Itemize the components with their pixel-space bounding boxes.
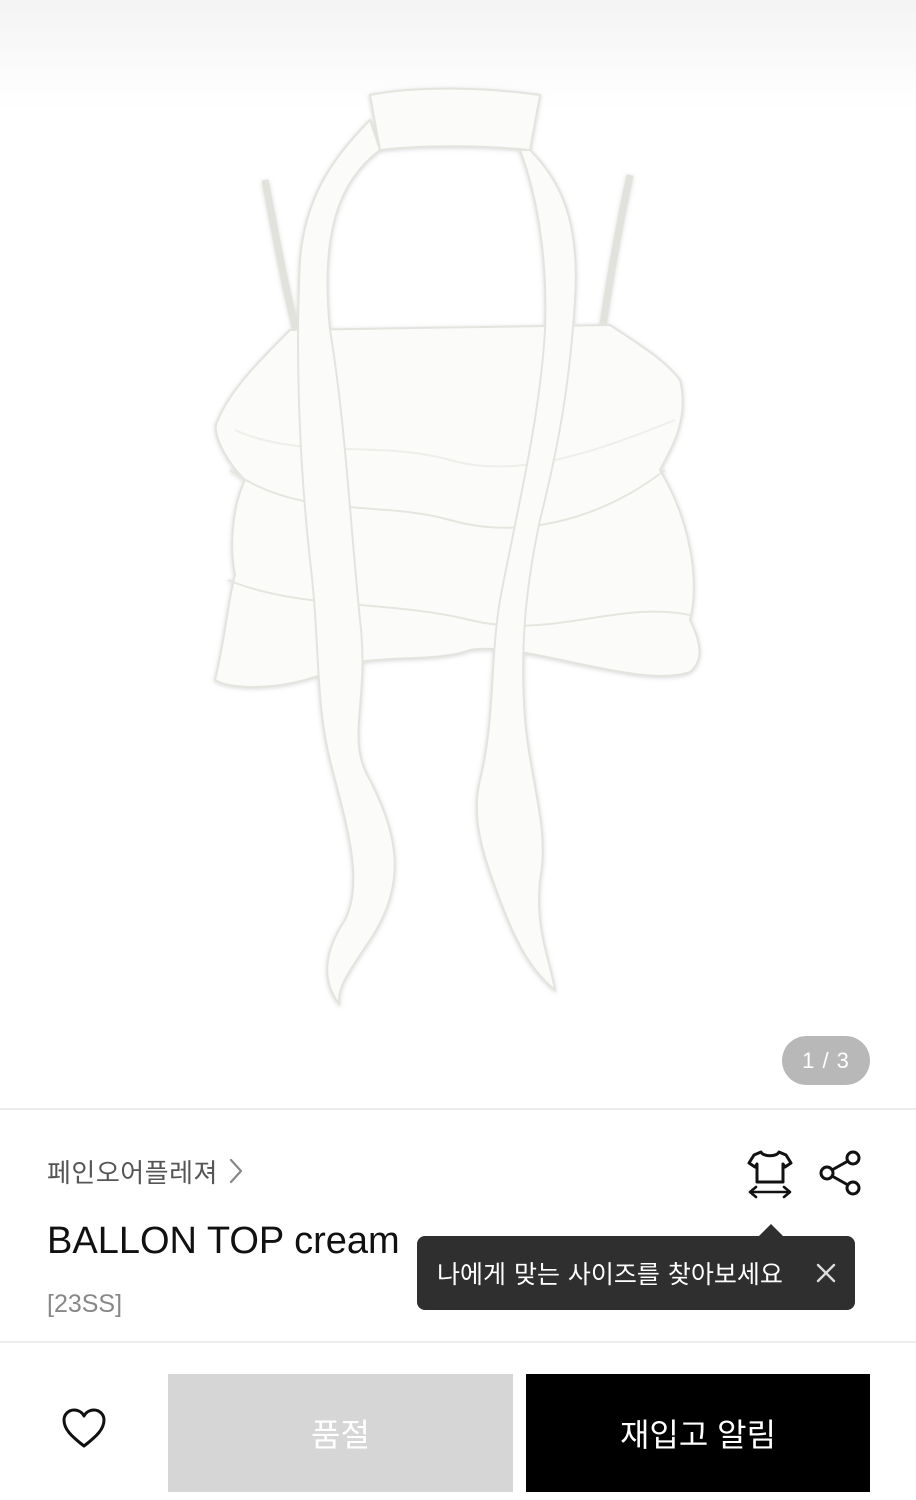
chevron-right-icon [228,1157,244,1185]
tooltip-text: 나에게 맞는 사이즈를 찾아보세요 [437,1260,783,1289]
season-label: [23SS] [47,1290,123,1318]
heart-icon [61,1407,107,1453]
brand-link[interactable]: 페인오어플레져 [47,1151,244,1191]
close-icon [816,1263,836,1283]
wishlist-button[interactable] [56,1402,112,1458]
shirt-size-icon [745,1148,795,1208]
brand-name: 페인오어플레져 [47,1158,218,1189]
action-bar-divider [0,1341,916,1343]
size-tooltip: 나에게 맞는 사이즈를 찾아보세요 [417,1224,855,1310]
restock-alert-button[interactable]: 재입고 알림 [526,1374,870,1492]
product-image-gallery[interactable]: 1 / 3 [0,0,916,1108]
tooltip-close-button[interactable] [813,1260,839,1286]
share-button[interactable] [817,1149,865,1201]
soldout-button[interactable]: 품절 [168,1374,513,1492]
image-counter: 1 / 3 [782,1036,870,1085]
product-title: BALLON TOP cream [47,1220,400,1262]
section-divider [0,1108,916,1110]
share-icon [817,1149,865,1201]
product-image [213,87,701,1006]
size-guide-button[interactable] [745,1150,795,1206]
